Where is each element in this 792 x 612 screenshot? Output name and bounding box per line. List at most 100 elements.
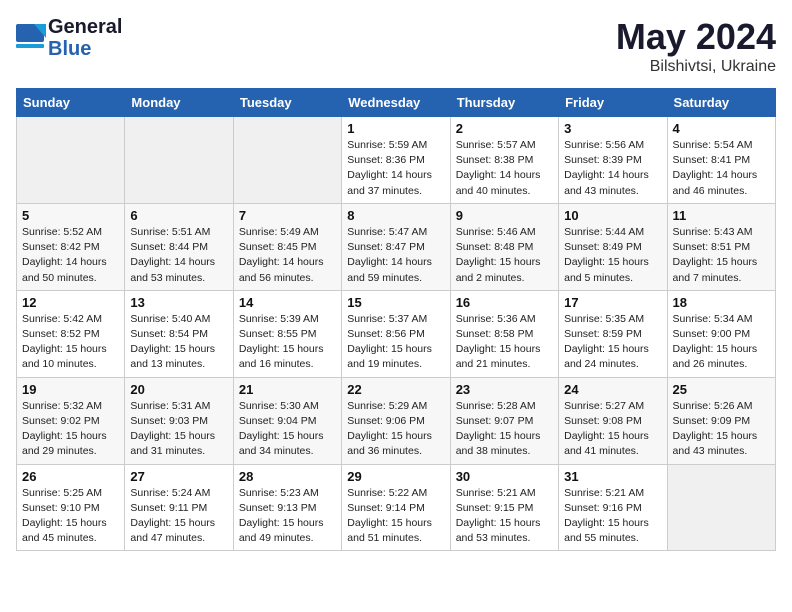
day-cell [667,464,775,551]
weekday-header-sunday: Sunday [17,89,125,117]
day-detail: Sunrise: 5:37 AM Sunset: 8:56 PM Dayligh… [347,312,444,373]
day-number: 5 [22,208,119,223]
day-detail: Sunrise: 5:32 AM Sunset: 9:02 PM Dayligh… [22,399,119,460]
day-detail: Sunrise: 5:25 AM Sunset: 9:10 PM Dayligh… [22,486,119,547]
calendar-title-block: May 2024 Bilshivtsi, Ukraine [616,16,776,76]
day-cell: 18 Sunrise: 5:34 AM Sunset: 9:00 PM Dayli… [667,290,775,377]
day-cell: 3Sunrise: 5:56 AM Sunset: 8:39 PM Daylig… [559,117,667,204]
day-detail: Sunrise: 5:51 AM Sunset: 8:44 PM Dayligh… [130,225,227,286]
day-detail: Sunrise: 5:28 AM Sunset: 9:07 PM Dayligh… [456,399,553,460]
week-row-0: 1 Sunrise: 5:59 AM Sunset: 8:36 PM Daylig… [17,117,776,204]
location-subtitle: Bilshivtsi, Ukraine [616,58,776,76]
day-cell [125,117,233,204]
day-cell: 31Sunrise: 5:21 AM Sunset: 9:16 PM Dayli… [559,464,667,551]
day-detail: Sunrise: 5:29 AM Sunset: 9:06 PM Dayligh… [347,399,444,460]
weekday-header-saturday: Saturday [667,89,775,117]
day-cell: 1 Sunrise: 5:59 AM Sunset: 8:36 PM Daylig… [342,117,450,204]
day-detail: Sunrise: 5:54 AM Sunset: 8:41 PM Dayligh… [673,138,770,199]
day-cell: 23 Sunrise: 5:28 AM Sunset: 9:07 PM Dayli… [450,377,558,464]
day-detail: Sunrise: 5:40 AM Sunset: 8:54 PM Dayligh… [130,312,227,373]
day-number: 16 [456,295,553,310]
day-detail: Sunrise: 5:52 AM Sunset: 8:42 PM Dayligh… [22,225,119,286]
day-cell: 13 Sunrise: 5:40 AM Sunset: 8:54 PM Dayli… [125,290,233,377]
week-row-4: 26Sunrise: 5:25 AM Sunset: 9:10 PM Dayli… [17,464,776,551]
day-number: 15 [347,295,444,310]
day-cell: 22Sunrise: 5:29 AM Sunset: 9:06 PM Dayli… [342,377,450,464]
logo-text: General Blue [48,16,122,60]
day-cell: 28 Sunrise: 5:23 AM Sunset: 9:13 PM Dayli… [233,464,341,551]
weekday-header-thursday: Thursday [450,89,558,117]
calendar-table: SundayMondayTuesdayWednesdayThursdayFrid… [16,88,776,551]
day-number: 23 [456,382,553,397]
day-detail: Sunrise: 5:43 AM Sunset: 8:51 PM Dayligh… [673,225,770,286]
day-number: 18 [673,295,770,310]
day-detail: Sunrise: 5:57 AM Sunset: 8:38 PM Dayligh… [456,138,553,199]
day-detail: Sunrise: 5:26 AM Sunset: 9:09 PM Dayligh… [673,399,770,460]
day-number: 20 [130,382,227,397]
day-number: 31 [564,469,661,484]
day-detail: Sunrise: 5:23 AM Sunset: 9:13 PM Dayligh… [239,486,336,547]
day-number: 27 [130,469,227,484]
day-number: 1 [347,121,444,136]
day-number: 29 [347,469,444,484]
day-cell: 6Sunrise: 5:51 AM Sunset: 8:44 PM Daylig… [125,203,233,290]
day-number: 24 [564,382,661,397]
month-title: May 2024 [616,16,776,58]
day-cell: 16Sunrise: 5:36 AM Sunset: 8:58 PM Dayli… [450,290,558,377]
day-cell: 25 Sunrise: 5:26 AM Sunset: 9:09 PM Dayli… [667,377,775,464]
day-cell: 24 Sunrise: 5:27 AM Sunset: 9:08 PM Dayli… [559,377,667,464]
day-number: 9 [456,208,553,223]
day-detail: Sunrise: 5:39 AM Sunset: 8:55 PM Dayligh… [239,312,336,373]
day-number: 12 [22,295,119,310]
weekday-header-monday: Monday [125,89,233,117]
day-cell: 20 Sunrise: 5:31 AM Sunset: 9:03 PM Dayli… [125,377,233,464]
day-number: 7 [239,208,336,223]
week-row-2: 12 Sunrise: 5:42 AM Sunset: 8:52 PM Dayli… [17,290,776,377]
day-number: 3 [564,121,661,136]
day-number: 13 [130,295,227,310]
day-cell [17,117,125,204]
week-row-3: 19Sunrise: 5:32 AM Sunset: 9:02 PM Dayli… [17,377,776,464]
day-detail: Sunrise: 5:31 AM Sunset: 9:03 PM Dayligh… [130,399,227,460]
day-cell: 30Sunrise: 5:21 AM Sunset: 9:15 PM Dayli… [450,464,558,551]
day-number: 21 [239,382,336,397]
day-cell: 15 Sunrise: 5:37 AM Sunset: 8:56 PM Dayli… [342,290,450,377]
day-detail: Sunrise: 5:30 AM Sunset: 9:04 PM Dayligh… [239,399,336,460]
day-detail: Sunrise: 5:22 AM Sunset: 9:14 PM Dayligh… [347,486,444,547]
day-cell: 9Sunrise: 5:46 AM Sunset: 8:48 PM Daylig… [450,203,558,290]
day-detail: Sunrise: 5:59 AM Sunset: 8:36 PM Dayligh… [347,138,444,199]
day-cell: 7 Sunrise: 5:49 AM Sunset: 8:45 PM Daylig… [233,203,341,290]
day-detail: Sunrise: 5:44 AM Sunset: 8:49 PM Dayligh… [564,225,661,286]
page-header: General Blue May 2024 Bilshivtsi, Ukrain… [16,16,776,76]
day-cell: 12 Sunrise: 5:42 AM Sunset: 8:52 PM Dayli… [17,290,125,377]
day-number: 2 [456,121,553,136]
day-cell: 26Sunrise: 5:25 AM Sunset: 9:10 PM Dayli… [17,464,125,551]
day-cell: 5 Sunrise: 5:52 AM Sunset: 8:42 PM Daylig… [17,203,125,290]
day-cell [233,117,341,204]
day-cell: 17Sunrise: 5:35 AM Sunset: 8:59 PM Dayli… [559,290,667,377]
day-detail: Sunrise: 5:27 AM Sunset: 9:08 PM Dayligh… [564,399,661,460]
day-detail: Sunrise: 5:49 AM Sunset: 8:45 PM Dayligh… [239,225,336,286]
day-detail: Sunrise: 5:42 AM Sunset: 8:52 PM Dayligh… [22,312,119,373]
weekday-header-row: SundayMondayTuesdayWednesdayThursdayFrid… [17,89,776,117]
day-cell: 8 Sunrise: 5:47 AM Sunset: 8:47 PM Daylig… [342,203,450,290]
day-number: 14 [239,295,336,310]
day-detail: Sunrise: 5:47 AM Sunset: 8:47 PM Dayligh… [347,225,444,286]
week-row-1: 5 Sunrise: 5:52 AM Sunset: 8:42 PM Daylig… [17,203,776,290]
weekday-header-friday: Friday [559,89,667,117]
day-detail: Sunrise: 5:34 AM Sunset: 9:00 PM Dayligh… [673,312,770,373]
weekday-header-wednesday: Wednesday [342,89,450,117]
day-number: 11 [673,208,770,223]
day-number: 28 [239,469,336,484]
day-cell: 11 Sunrise: 5:43 AM Sunset: 8:51 PM Dayli… [667,203,775,290]
day-cell: 27Sunrise: 5:24 AM Sunset: 9:11 PM Dayli… [125,464,233,551]
day-number: 17 [564,295,661,310]
day-cell: 2 Sunrise: 5:57 AM Sunset: 8:38 PM Daylig… [450,117,558,204]
logo: General Blue [16,16,122,60]
day-cell: 19Sunrise: 5:32 AM Sunset: 9:02 PM Dayli… [17,377,125,464]
day-cell: 14 Sunrise: 5:39 AM Sunset: 8:55 PM Dayli… [233,290,341,377]
day-number: 4 [673,121,770,136]
day-number: 25 [673,382,770,397]
day-cell: 4 Sunrise: 5:54 AM Sunset: 8:41 PM Daylig… [667,117,775,204]
day-number: 8 [347,208,444,223]
